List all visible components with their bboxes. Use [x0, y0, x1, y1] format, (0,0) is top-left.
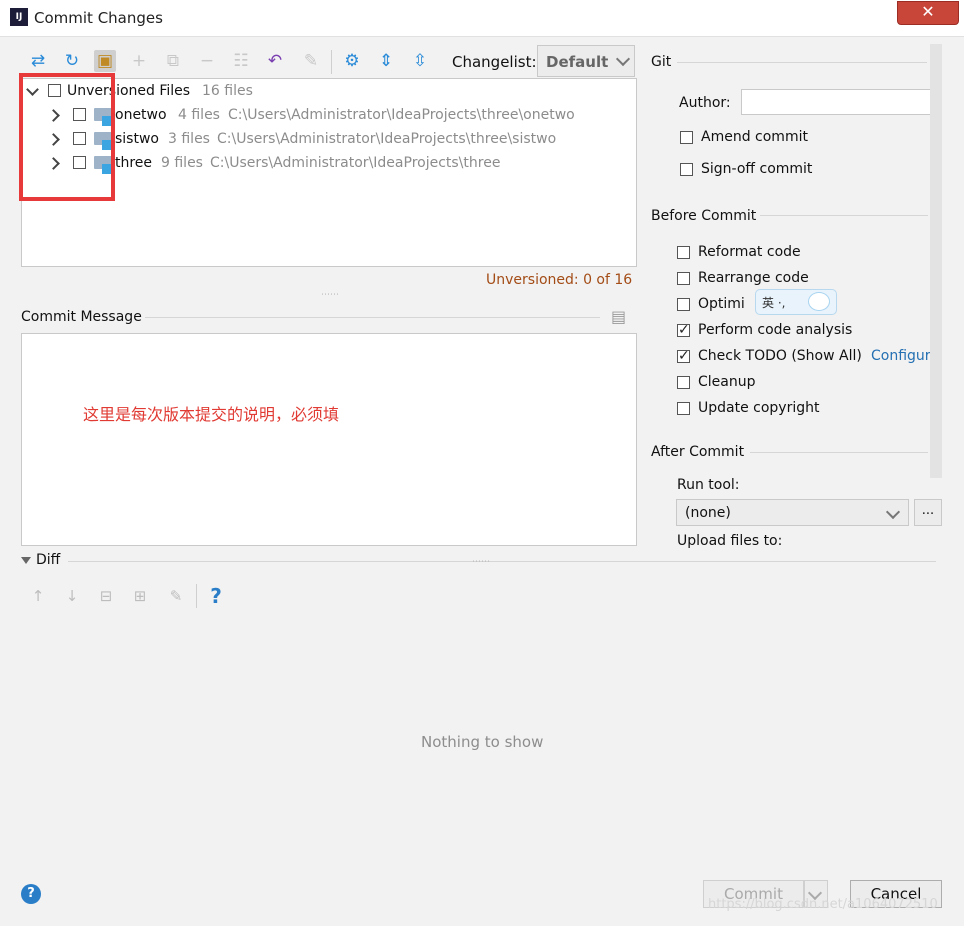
- section-divider: [68, 561, 936, 562]
- collapse-all-icon[interactable]: ⇳: [409, 50, 431, 72]
- rearrange-code-checkbox[interactable]: [677, 272, 690, 285]
- settings-gear-icon[interactable]: ⚙: [341, 50, 363, 72]
- author-input[interactable]: [741, 89, 938, 115]
- tree-item-name: three: [115, 155, 153, 171]
- author-label: Author:: [679, 95, 731, 111]
- tree-item-name: sistwo: [115, 131, 159, 147]
- ime-text: 英 ·,: [762, 296, 786, 310]
- intellij-app-icon: IJ: [10, 8, 28, 26]
- commit-history-icon[interactable]: ▤: [611, 307, 629, 326]
- tree-root-count: 16 files: [202, 83, 253, 99]
- tree-item-path: C:\Users\Administrator\IdeaProjects\thre…: [217, 131, 557, 147]
- close-button[interactable]: ✕: [897, 1, 959, 25]
- changelist-dropdown[interactable]: Default: [537, 45, 635, 77]
- chevron-down-icon: [615, 51, 631, 67]
- code-analysis-label: Perform code analysis: [698, 322, 853, 338]
- chevron-down-icon: [885, 504, 901, 520]
- copy-icon[interactable]: ⧉: [162, 50, 184, 72]
- after-commit-title: After Commit: [651, 444, 745, 460]
- next-difference-icon[interactable]: ↓: [62, 585, 82, 607]
- section-divider: [760, 215, 928, 216]
- toolbar-separator: [331, 50, 332, 74]
- rollback-icon[interactable]: ↶: [264, 50, 286, 72]
- previous-file-icon[interactable]: ⊟: [96, 585, 116, 607]
- tree-item-name: onetwo: [115, 107, 167, 123]
- group-by-icon[interactable]: ☷: [230, 50, 252, 72]
- annotation-text: 这里是每次版本提交的说明，必须填: [83, 405, 340, 424]
- refresh-icon[interactable]: ↻: [61, 50, 83, 72]
- optimize-imports-label: Optimi: [698, 296, 745, 312]
- update-copyright-label: Update copyright: [698, 400, 820, 416]
- cleanup-label: Cleanup: [698, 374, 756, 390]
- section-divider: [677, 62, 927, 63]
- collapse-triangle-icon[interactable]: [21, 557, 31, 564]
- unversioned-status: Unversioned: 0 of 16: [486, 272, 633, 288]
- run-tool-label: Run tool:: [677, 477, 740, 493]
- commit-message-label: Commit Message: [21, 309, 142, 325]
- help-icon[interactable]: ?: [206, 585, 226, 607]
- splitter-handle[interactable]: ⋯⋯: [321, 290, 339, 300]
- reformat-code-label: Reformat code: [698, 244, 801, 260]
- edit-source-icon[interactable]: ✎: [166, 585, 186, 607]
- check-todo-checkbox[interactable]: ✓: [677, 349, 690, 363]
- diff-empty-text: Nothing to show: [421, 733, 544, 751]
- commit-message-input[interactable]: [21, 333, 637, 546]
- signoff-commit-checkbox[interactable]: [680, 163, 693, 176]
- run-tool-browse-button[interactable]: ...: [914, 499, 942, 526]
- expand-all-icon[interactable]: ⇕: [375, 50, 397, 72]
- options-scrollbar[interactable]: [930, 44, 942, 478]
- previous-difference-icon[interactable]: ↑: [28, 585, 48, 607]
- section-divider: [750, 452, 928, 453]
- cleanup-checkbox[interactable]: [677, 376, 690, 389]
- tree-item-count: 3 files: [168, 131, 210, 147]
- update-copyright-checkbox[interactable]: [677, 402, 690, 415]
- amend-commit-label: Amend commit: [701, 129, 808, 145]
- rearrange-code-label: Rearrange code: [698, 270, 809, 286]
- reformat-code-checkbox[interactable]: [677, 246, 690, 259]
- before-commit-title: Before Commit: [651, 208, 757, 224]
- tree-item-count: 9 files: [161, 155, 203, 171]
- show-diff-icon[interactable]: ⇄: [27, 50, 49, 72]
- optimize-imports-checkbox[interactable]: [677, 298, 690, 311]
- section-divider: [145, 317, 600, 318]
- code-analysis-checkbox[interactable]: ✓: [677, 323, 690, 337]
- check-todo-label: Check TODO (Show All): [698, 348, 862, 364]
- next-file-icon[interactable]: ⊞: [130, 585, 150, 607]
- git-section-title: Git: [651, 54, 672, 70]
- tree-item-count: 4 files: [178, 107, 220, 123]
- amend-commit-checkbox[interactable]: [680, 131, 693, 144]
- diff-label: Diff: [36, 552, 61, 568]
- remove-icon[interactable]: −: [196, 50, 218, 72]
- changelist-value: Default: [546, 53, 609, 71]
- unversioned-files-icon[interactable]: ▣: [94, 50, 116, 72]
- edit-source-icon[interactable]: ✎: [300, 50, 322, 72]
- help-button[interactable]: ?: [21, 884, 41, 904]
- run-tool-dropdown[interactable]: (none): [676, 499, 909, 526]
- run-tool-value: (none): [685, 505, 731, 521]
- upload-files-label: Upload files to:: [677, 533, 783, 549]
- annotation-highlight-box: [19, 73, 115, 201]
- signoff-commit-label: Sign-off commit: [701, 161, 813, 177]
- splitter-handle[interactable]: ⋯⋯: [472, 557, 490, 567]
- tree-item-path: C:\Users\Administrator\IdeaProjects\thre…: [210, 155, 501, 171]
- window-title: Commit Changes: [34, 9, 163, 27]
- toolbar-separator: [196, 584, 197, 608]
- watermark: https://blog.csdn.net/a1064072510: [708, 897, 938, 912]
- configure-link[interactable]: Configure: [871, 348, 939, 364]
- changelist-label: Changelist:: [452, 53, 537, 71]
- heart-icon: [808, 292, 830, 311]
- tree-item-path: C:\Users\Administrator\IdeaProjects\thre…: [228, 107, 575, 123]
- add-icon[interactable]: +: [128, 50, 150, 72]
